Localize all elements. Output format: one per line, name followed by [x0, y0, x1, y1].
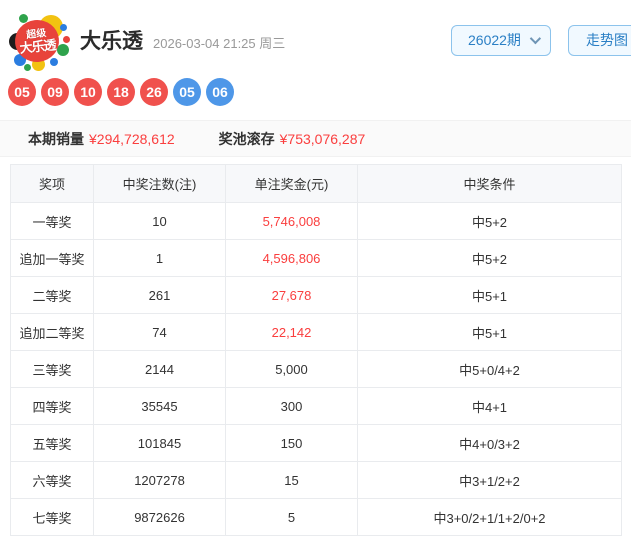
cell-prize: 五等奖 — [10, 424, 94, 462]
logo-dot-icon — [57, 44, 69, 56]
front-ball: 10 — [74, 78, 102, 106]
sales-amount-pair: 本期销量 ¥294,728,612 — [28, 129, 175, 149]
title-group: 大乐透 2026-03-04 21:25 周三 — [80, 25, 285, 55]
cell-prize: 七等奖 — [10, 498, 94, 536]
trend-chart-button[interactable]: 走势图 — [568, 24, 631, 56]
front-ball: 05 — [8, 78, 36, 106]
table-row: 四等奖 35545 300 中4+1 — [10, 387, 622, 425]
table-row: 二等奖 261 27,678 中5+1 — [10, 276, 622, 314]
cell-count: 101845 — [93, 424, 226, 462]
cell-count: 2144 — [93, 350, 226, 388]
prize-table: 奖项 中奖注数(注) 单注奖金(元) 中奖条件 一等奖 10 5,746,008 中5… — [10, 164, 622, 536]
cell-count: 74 — [93, 313, 226, 351]
sales-label: 本期销量 — [28, 130, 84, 147]
cell-amount: 300 — [225, 387, 358, 425]
cell-condition: 中4+1 — [357, 387, 622, 425]
issue-select-value: 26022期 — [468, 32, 521, 48]
cell-count: 261 — [93, 276, 226, 314]
col-header-condition: 中奖条件 — [357, 164, 622, 203]
front-ball: 26 — [140, 78, 168, 106]
cell-prize: 二等奖 — [10, 276, 94, 314]
cell-prize: 追加一等奖 — [10, 239, 94, 277]
cell-amount: 5,000 — [225, 350, 358, 388]
col-header-prize: 奖项 — [10, 164, 94, 203]
sales-bar: 本期销量 ¥294,728,612 奖池滚存 ¥753,076,287 — [0, 120, 631, 157]
issue-select[interactable]: 26022期 — [451, 24, 551, 56]
cell-prize: 六等奖 — [10, 461, 94, 499]
cell-condition: 中5+1 — [357, 276, 622, 314]
col-header-count: 中奖注数(注) — [93, 164, 226, 203]
front-ball: 09 — [41, 78, 69, 106]
cell-condition: 中3+0/2+1/1+2/0+2 — [357, 498, 622, 536]
cell-amount: 15 — [225, 461, 358, 499]
front-ball: 18 — [107, 78, 135, 106]
chevron-down-icon — [529, 32, 542, 45]
back-ball: 05 — [173, 78, 201, 106]
cell-amount: 27,678 — [225, 276, 358, 314]
page-title: 大乐透 — [80, 30, 143, 53]
table-row: 六等奖 1207278 15 中3+1/2+2 — [10, 461, 622, 499]
table-row: 一等奖 10 5,746,008 中5+2 — [10, 202, 622, 240]
cell-prize: 四等奖 — [10, 387, 94, 425]
cell-prize: 一等奖 — [10, 202, 94, 240]
cell-condition: 中3+1/2+2 — [357, 461, 622, 499]
cell-amount: 5 — [225, 498, 358, 536]
table-header-row: 奖项 中奖注数(注) 单注奖金(元) 中奖条件 — [10, 164, 622, 203]
back-ball: 06 — [206, 78, 234, 106]
logo-dot-icon — [24, 64, 31, 71]
pool-value: ¥753,076,287 — [279, 130, 366, 147]
cell-condition: 中5+2 — [357, 202, 622, 240]
pool-label: 奖池滚存 — [218, 130, 275, 147]
trend-button-label: 走势图 — [586, 32, 628, 48]
table-row: 七等奖 9872626 5 中3+0/2+1/1+2/0+2 — [10, 498, 622, 536]
cell-amount: 4,596,806 — [225, 239, 358, 277]
logo-dot-icon — [63, 36, 70, 43]
cell-condition: 中5+2 — [357, 239, 622, 277]
cell-count: 9872626 — [93, 498, 226, 536]
cell-condition: 中5+0/4+2 — [357, 350, 622, 388]
cell-amount: 150 — [225, 424, 358, 462]
cell-count: 10 — [93, 202, 226, 240]
prize-table-body: 一等奖 10 5,746,008 中5+2 追加一等奖 1 4,596,806 中5+2 二等奖… — [10, 202, 622, 536]
col-header-amount: 单注奖金(元) — [225, 164, 358, 203]
cell-prize: 三等奖 — [10, 350, 94, 388]
logo-dot-icon — [50, 58, 58, 66]
table-row: 追加一等奖 1 4,596,806 中5+2 — [10, 239, 622, 277]
page-header: 超级 大乐透 大乐透 2026-03-04 21:25 周三 26022期 走势… — [0, 0, 631, 71]
super-lotto-logo: 超级 大乐透 — [9, 12, 70, 71]
pool-amount-pair: 奖池滚存 ¥753,076,287 — [219, 129, 366, 149]
cell-prize: 追加二等奖 — [10, 313, 94, 351]
cell-count: 35545 — [93, 387, 226, 425]
draw-datetime: 2026-03-04 21:25 周三 — [153, 36, 286, 51]
cell-condition: 中4+0/3+2 — [357, 424, 622, 462]
table-row: 三等奖 2144 5,000 中5+0/4+2 — [10, 350, 622, 388]
cell-amount: 5,746,008 — [225, 202, 358, 240]
table-row: 追加二等奖 74 22,142 中5+1 — [10, 313, 622, 351]
table-row: 五等奖 101845 150 中4+0/3+2 — [10, 424, 622, 462]
cell-count: 1207278 — [93, 461, 226, 499]
cell-amount: 22,142 — [225, 313, 358, 351]
balls-row: 05 09 10 18 26 05 06 — [0, 78, 631, 106]
cell-count: 1 — [93, 239, 226, 277]
header-controls: 26022期 走势图 — [451, 24, 631, 56]
logo-line2: 大乐透 — [18, 36, 57, 56]
logo-dot-icon — [60, 24, 67, 31]
sales-value: ¥294,728,612 — [89, 130, 175, 147]
cell-condition: 中5+1 — [357, 313, 622, 351]
